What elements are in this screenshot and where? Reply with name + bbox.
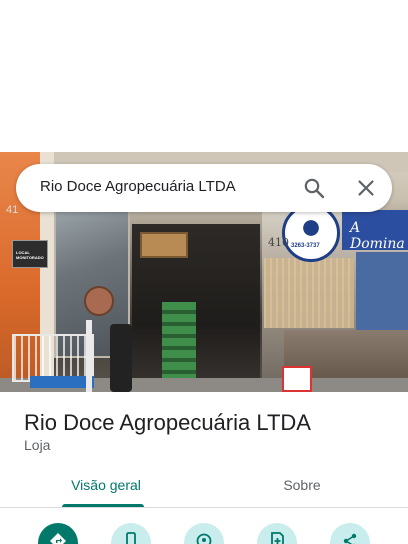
photo-bin [110, 324, 132, 392]
tab-about[interactable]: Sobre [200, 468, 404, 508]
phone-icon [126, 532, 136, 544]
search-bar[interactable]: Rio Doce Agropecuária LTDA [16, 164, 392, 212]
place-category: Loja [24, 437, 51, 453]
photo-round-sign [84, 286, 114, 316]
photo-bird-cages [264, 258, 354, 328]
close-icon[interactable] [354, 176, 378, 200]
location-button[interactable] [184, 523, 224, 544]
search-input[interactable]: Rio Doce Agropecuária LTDA [40, 178, 236, 195]
save-button[interactable] [257, 523, 297, 544]
call-button[interactable] [111, 523, 151, 544]
place-title: Rio Doce Agropecuária LTDA [24, 410, 311, 435]
map-area-blank [0, 0, 408, 152]
photo-wooden-cage [140, 232, 188, 258]
save-icon [271, 532, 284, 544]
photo-pole [86, 320, 92, 392]
tab-overview[interactable]: Visão geral [4, 468, 208, 508]
photo-cage-base [30, 376, 94, 388]
photo-number-right: 410 [268, 236, 289, 249]
photo-number-left: 41 [6, 204, 19, 216]
share-button[interactable] [330, 523, 370, 544]
tab-selected-indicator [62, 504, 144, 507]
photo-red-sign [282, 366, 312, 392]
directions-button[interactable] [38, 523, 78, 544]
photo-neighbor-sign: A Domina [342, 210, 408, 252]
photo-monitored-sign: LOCAL MONITORADO [12, 240, 48, 268]
tab-bar: Visão geral Sobre [0, 468, 408, 508]
directions-icon [50, 533, 66, 544]
share-icon [343, 533, 357, 544]
photo-white-cage [12, 334, 94, 382]
location-icon [196, 533, 212, 544]
action-buttons-row [0, 518, 408, 544]
photo-store-logo: 3263-3737 [282, 204, 340, 262]
photo-product-rack [162, 302, 196, 390]
search-icon[interactable] [302, 176, 326, 200]
